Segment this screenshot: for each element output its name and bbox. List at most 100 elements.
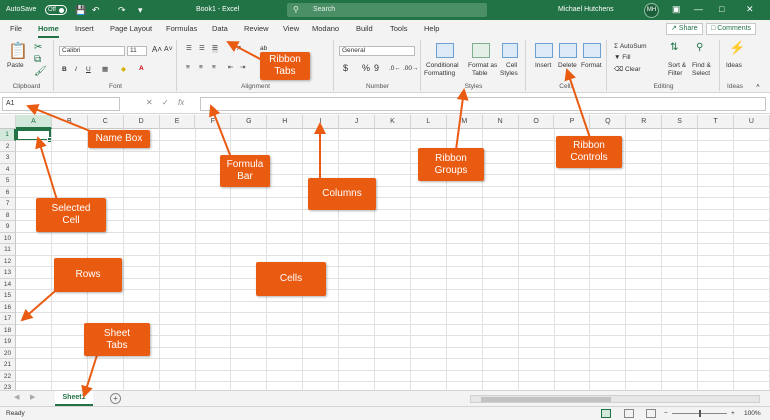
close-icon[interactable]: ✕ [746, 4, 754, 15]
font-size-combo[interactable]: 11 [127, 46, 147, 56]
column-header-g[interactable]: G [231, 115, 268, 129]
row-header-10[interactable]: 10 [0, 232, 16, 244]
find-select-icon[interactable]: ⚲ [696, 42, 703, 54]
scroll-thumb[interactable] [481, 397, 611, 402]
align-middle-icon[interactable]: ☰ [199, 45, 205, 53]
row-header-21[interactable]: 21 [0, 359, 16, 371]
cell-styles-label-1[interactable]: Cell [506, 62, 517, 70]
prev-sheet-icon[interactable]: ◀ [14, 393, 19, 401]
row-header-2[interactable]: 2 [0, 140, 16, 152]
find-select-label-1[interactable]: Find & [692, 62, 711, 70]
column-header-k[interactable]: K [375, 115, 411, 129]
format-as-table-icon[interactable] [472, 43, 490, 58]
tab-help[interactable]: Help [424, 24, 439, 33]
column-header-u[interactable]: U [734, 115, 770, 129]
save-icon[interactable]: 💾 [75, 4, 86, 16]
zoom-in-icon[interactable]: + [731, 410, 735, 418]
zoom-slider-thumb[interactable] [699, 410, 701, 417]
ribbon-display-icon[interactable]: ▣ [672, 4, 681, 15]
format-painter-icon[interactable]: 🖌 [34, 66, 47, 78]
column-header-r[interactable]: R [626, 115, 663, 129]
row-header-15[interactable]: 15 [0, 290, 16, 302]
tab-build[interactable]: Build [356, 24, 373, 33]
number-format-combo[interactable]: General [339, 46, 415, 56]
align-bottom-icon[interactable]: ☰ [212, 45, 218, 53]
insert-function-icon[interactable]: fx [178, 98, 184, 107]
cut-icon[interactable]: ✂ [34, 42, 42, 54]
tab-view[interactable]: View [283, 24, 299, 33]
row-header-9[interactable]: 9 [0, 221, 16, 233]
column-header-b[interactable]: B [52, 115, 88, 129]
row-header-6[interactable]: 6 [0, 186, 16, 198]
paste-label[interactable]: Paste [7, 62, 24, 70]
delete-cells-label[interactable]: Delete [558, 62, 577, 70]
share-button[interactable]: ↗ Share [666, 23, 703, 35]
tab-review[interactable]: Review [244, 24, 269, 33]
conditional-formatting-label-2[interactable]: Formatting [424, 70, 455, 78]
fill-button[interactable]: ▼ Fill [614, 54, 631, 62]
column-header-c[interactable]: C [88, 115, 124, 129]
percent-icon[interactable]: % [362, 64, 370, 73]
column-header-n[interactable]: N [483, 115, 519, 129]
zoom-out-icon[interactable]: − [664, 410, 668, 418]
row-header-13[interactable]: 13 [0, 267, 16, 279]
column-header-t[interactable]: T [698, 115, 734, 129]
tab-home[interactable]: Home [38, 24, 59, 38]
underline-icon[interactable]: U [86, 66, 91, 74]
row-header-1[interactable]: 1 [0, 129, 16, 141]
tab-tools[interactable]: Tools [390, 24, 408, 33]
font-color-icon[interactable]: A [139, 65, 144, 73]
clear-button[interactable]: ⌫ Clear [614, 66, 641, 74]
maximize-icon[interactable]: □ [719, 4, 724, 14]
column-header-q[interactable]: Q [590, 115, 627, 129]
column-header-e[interactable]: E [160, 115, 196, 129]
format-as-table-label-2[interactable]: Table [472, 70, 488, 78]
copy-icon[interactable]: ⧉ [34, 54, 41, 66]
column-header-j[interactable]: J [339, 115, 375, 129]
conditional-formatting-label-1[interactable]: Conditional [426, 62, 459, 70]
row-header-11[interactable]: 11 [0, 244, 16, 256]
increase-decimal-icon[interactable]: .0← [389, 65, 401, 73]
cell-styles-icon[interactable] [502, 43, 518, 58]
column-header-h[interactable]: H [267, 115, 304, 129]
fill-color-icon[interactable]: ◆ [121, 66, 126, 74]
comments-button[interactable]: □ Comments [706, 23, 757, 35]
column-header-f[interactable]: F [196, 115, 232, 129]
formula-input[interactable] [200, 97, 766, 111]
collapse-ribbon-icon[interactable]: ˄ [756, 83, 760, 91]
find-select-label-2[interactable]: Select [692, 70, 710, 78]
borders-icon[interactable]: ▦ [102, 66, 108, 74]
currency-icon[interactable]: $ [343, 64, 348, 73]
decrease-decimal-icon[interactable]: .00→ [403, 65, 419, 73]
avatar[interactable]: MH [644, 3, 659, 18]
redo-icon[interactable]: ↷ [118, 4, 126, 16]
row-header-12[interactable]: 12 [0, 255, 16, 267]
row-header-4[interactable]: 4 [0, 163, 16, 175]
sheet-tab[interactable]: Sheet1 [55, 391, 93, 406]
conditional-formatting-icon[interactable] [436, 43, 454, 58]
comma-style-icon[interactable]: 9 [374, 64, 379, 73]
increase-indent-icon[interactable]: ⇥ [240, 64, 245, 72]
row-header-18[interactable]: 18 [0, 324, 16, 336]
row-header-22[interactable]: 22 [0, 370, 16, 382]
align-top-icon[interactable]: ☰ [186, 45, 192, 53]
sort-filter-label-2[interactable]: Filter [668, 70, 682, 78]
next-sheet-icon[interactable]: ▶ [30, 393, 35, 401]
enter-icon[interactable]: ✓ [162, 98, 169, 107]
column-header-o[interactable]: O [519, 115, 555, 129]
column-header-s[interactable]: S [662, 115, 699, 129]
cancel-icon[interactable]: ✕ [146, 98, 153, 107]
row-header-20[interactable]: 20 [0, 347, 16, 359]
decrease-font-icon[interactable]: A˅ [164, 46, 173, 54]
tab-page-layout[interactable]: Page Layout [110, 24, 152, 33]
add-sheet-icon[interactable]: + [110, 393, 121, 404]
orientation-icon[interactable]: ↗ [236, 45, 241, 53]
align-center-icon[interactable]: ≡ [199, 64, 203, 72]
row-header-19[interactable]: 19 [0, 336, 16, 348]
name-box[interactable]: A1 [2, 97, 120, 111]
row-header-7[interactable]: 7 [0, 198, 16, 210]
row-header-17[interactable]: 17 [0, 313, 16, 325]
insert-cells-icon[interactable] [535, 43, 553, 58]
tab-file[interactable]: File [10, 24, 22, 33]
cell-styles-label-2[interactable]: Styles [500, 70, 518, 78]
